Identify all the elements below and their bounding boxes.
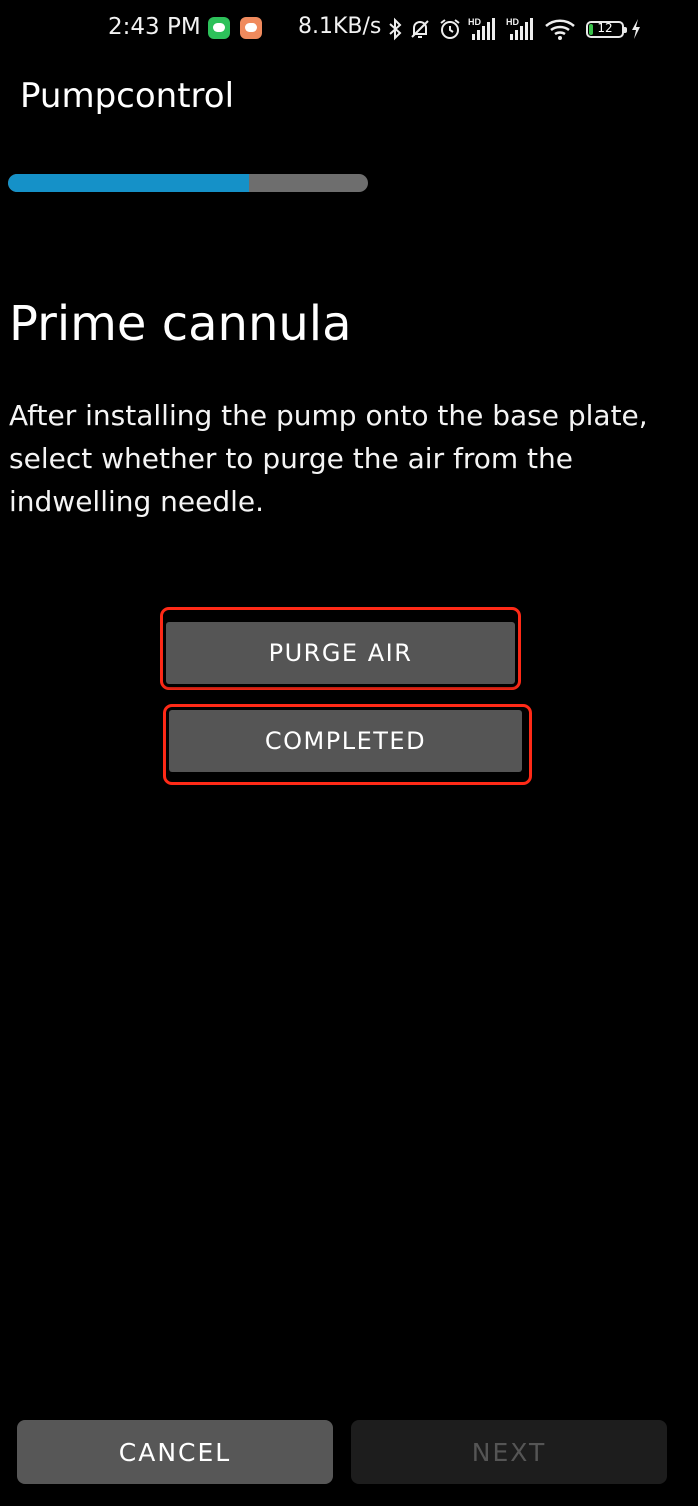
status-bar: 2:43 PM 8.1KB/s HD HD 12 [0, 0, 698, 58]
bluetooth-icon [389, 17, 402, 41]
svg-text:HD: HD [506, 17, 519, 27]
cancel-button[interactable]: CANCEL [17, 1420, 333, 1484]
setup-progress-fill [8, 174, 250, 192]
network-speed: 8.1KB/s [298, 14, 382, 39]
page-title: Prime cannula [9, 296, 352, 352]
charging-icon [632, 19, 640, 39]
signal-hd-icon: HD [506, 17, 533, 40]
purge-air-button[interactable]: PURGE AIR [166, 622, 515, 684]
battery-level-text: 12 [597, 20, 613, 35]
app-title: Pumpcontrol [20, 76, 235, 116]
alarm-icon [440, 19, 460, 39]
next-button[interactable]: NEXT [351, 1420, 667, 1484]
mute-icon [411, 20, 429, 38]
app-notification-icon [240, 17, 262, 39]
wifi-icon [545, 19, 575, 40]
signal-hd-icon: HD [468, 17, 495, 40]
status-icons: HD HD 12 [388, 14, 642, 44]
svg-text:HD: HD [468, 17, 481, 27]
setup-progress-bar [8, 174, 368, 192]
battery-icon: 12 [586, 20, 627, 38]
status-time: 2:43 PM [108, 14, 201, 40]
wechat-icon [208, 17, 230, 39]
page-description: After installing the pump onto the base … [9, 399, 648, 518]
completed-button[interactable]: COMPLETED [169, 710, 522, 772]
